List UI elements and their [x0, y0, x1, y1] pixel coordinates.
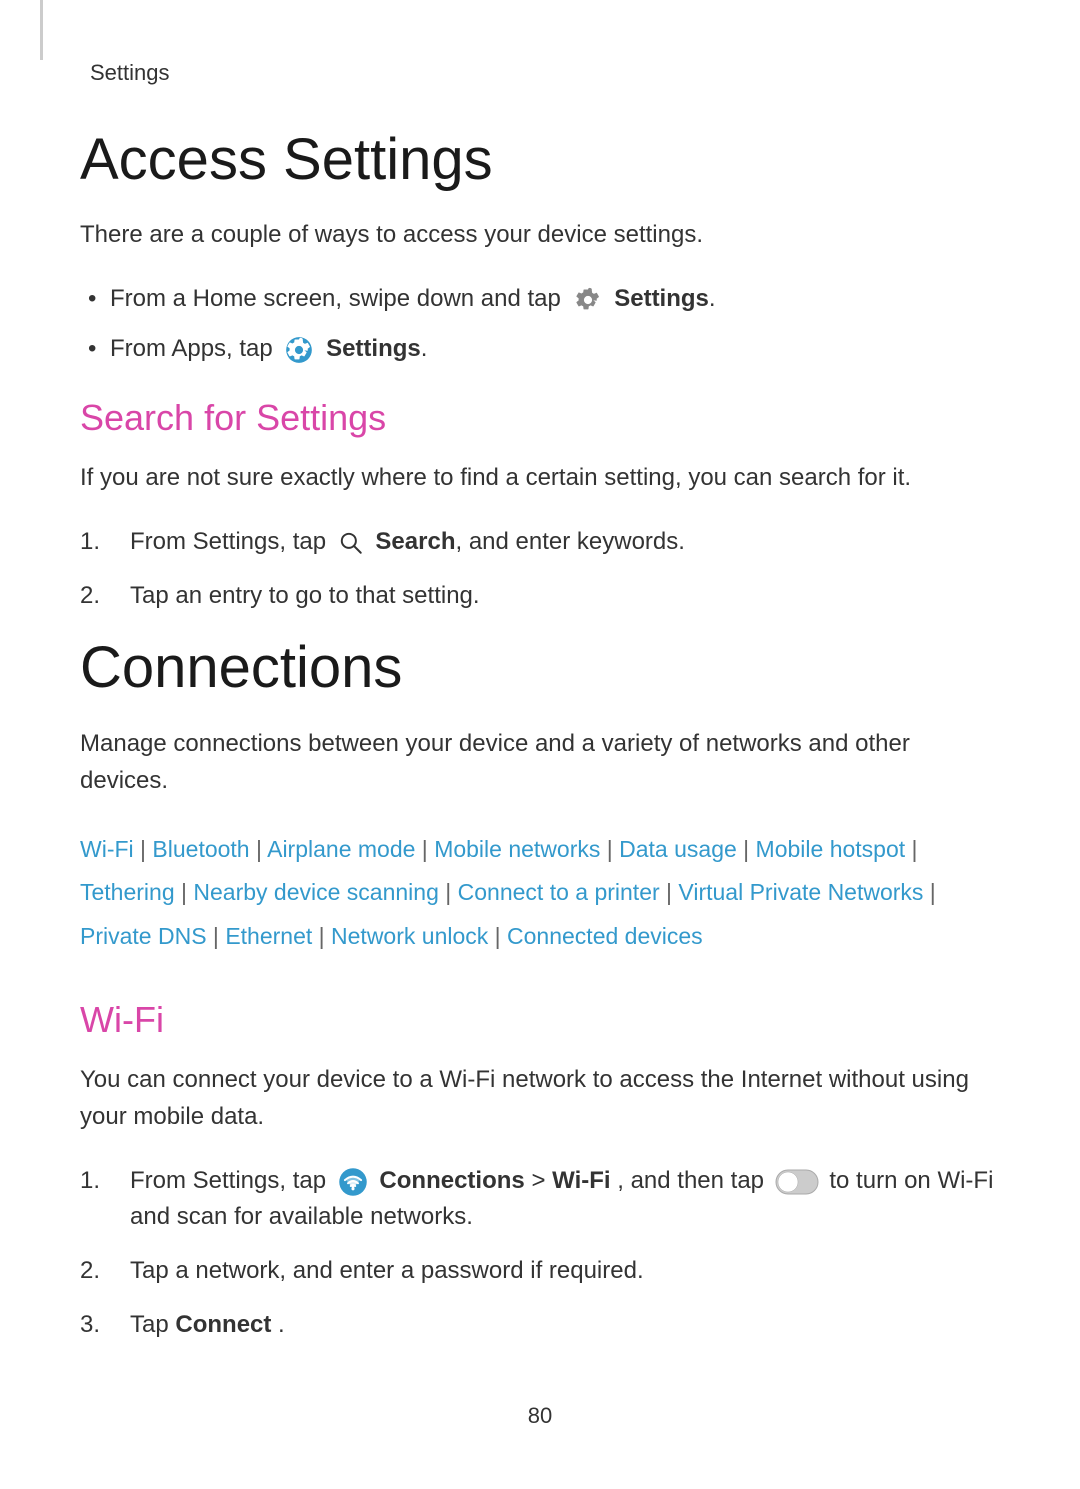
wifi-intro: You can connect your device to a Wi-Fi n… [80, 1061, 1000, 1135]
link-connected-devices[interactable]: Connected devices [507, 923, 703, 949]
page-border [40, 0, 43, 60]
page-number-text: 80 [528, 1403, 552, 1428]
wifi-step-3-period: . [278, 1311, 285, 1338]
link-network-unlock[interactable]: Network unlock [331, 923, 488, 949]
page-number: 80 [80, 1403, 1000, 1429]
step-2-text: Tap an entry to go to that setting. [130, 582, 480, 609]
breadcrumb: Settings [80, 40, 1000, 86]
wifi-step-2-text: Tap a network, and enter a password if r… [130, 1257, 644, 1284]
access-settings-title: Access Settings [80, 126, 1000, 193]
access-settings-intro: There are a couple of ways to access you… [80, 217, 1000, 253]
link-ethernet[interactable]: Ethernet [225, 923, 312, 949]
wifi-steps-list: 1. From Settings, tap Connections > Wi-F… [80, 1163, 1000, 1343]
bullet-2-prefix: From Apps, tap [110, 335, 279, 362]
bullet-item-2: From Apps, tap Settings. [80, 331, 1000, 367]
search-step-2: 2. Tap an entry to go to that setting. [80, 578, 1000, 614]
step-1-bold-label: Search [375, 528, 455, 555]
access-settings-bullets: From a Home screen, swipe down and tap S… [80, 281, 1000, 367]
bullet-1-period: . [709, 285, 716, 312]
link-nearby-device-scanning[interactable]: Nearby device scanning [193, 879, 438, 905]
connections-links: Wi-Fi | Bluetooth | Airplane mode | Mobi… [80, 828, 1000, 959]
bullet-2-period: . [421, 335, 428, 362]
toggle-icon [775, 1169, 819, 1195]
search-steps-list: 1. From Settings, tap Search, and enter … [80, 524, 1000, 614]
search-icon [337, 529, 365, 557]
bullet-2-settings-label: Settings [326, 335, 421, 362]
link-bluetooth[interactable]: Bluetooth [152, 836, 249, 862]
step-num-1: 1. [80, 524, 100, 560]
step-num-2: 2. [80, 578, 100, 614]
step-1-text-after: , and enter keywords. [455, 528, 684, 555]
wifi-step-1-connections-label: Connections [379, 1167, 524, 1194]
link-mobile-networks[interactable]: Mobile networks [434, 836, 600, 862]
wifi-step-1-prefix: From Settings, tap [130, 1167, 333, 1194]
link-data-usage[interactable]: Data usage [619, 836, 737, 862]
search-settings-heading: Search for Settings [80, 397, 1000, 439]
link-tethering[interactable]: Tethering [80, 879, 175, 905]
breadcrumb-label: Settings [90, 60, 170, 85]
link-wifi[interactable]: Wi-Fi [80, 836, 134, 862]
wifi-step-2: 2. Tap a network, and enter a password i… [80, 1253, 1000, 1289]
connections-intro: Manage connections between your device a… [80, 725, 1000, 799]
search-step-1: 1. From Settings, tap Search, and enter … [80, 524, 1000, 560]
wifi-step-3-bold: Connect [175, 1311, 271, 1338]
bullet-1-settings-label: Settings [614, 285, 709, 312]
wifi-step-1-arrow: > [531, 1167, 552, 1194]
link-vpn[interactable]: Virtual Private Networks [678, 879, 923, 905]
wifi-step-3-prefix: Tap [130, 1311, 175, 1338]
gear-gray-icon [572, 284, 604, 316]
link-private-dns[interactable]: Private DNS [80, 923, 207, 949]
link-airplane-mode[interactable]: Airplane mode [267, 836, 415, 862]
wifi-step-num-3: 3. [80, 1307, 100, 1343]
wifi-step-1: 1. From Settings, tap Connections > Wi-F… [80, 1163, 1000, 1235]
wifi-heading: Wi-Fi [80, 999, 1000, 1041]
gear-blue-icon [283, 334, 315, 366]
wifi-step-num-1: 1. [80, 1163, 100, 1199]
search-settings-intro: If you are not sure exactly where to fin… [80, 459, 1000, 496]
wifi-step-1-middle: , and then tap [617, 1167, 770, 1194]
wifi-step-3: 3. Tap Connect . [80, 1307, 1000, 1343]
link-connect-to-printer[interactable]: Connect to a printer [458, 879, 660, 905]
bullet-item-1: From a Home screen, swipe down and tap S… [80, 281, 1000, 317]
bullet-1-prefix: From a Home screen, swipe down and tap [110, 285, 568, 312]
step-1-text-before: From Settings, tap [130, 528, 326, 555]
connections-wifi-icon [337, 1166, 369, 1198]
connections-title: Connections [80, 634, 1000, 701]
link-mobile-hotspot[interactable]: Mobile hotspot [756, 836, 906, 862]
wifi-step-1-wifi-label: Wi-Fi [552, 1167, 610, 1194]
wifi-step-num-2: 2. [80, 1253, 100, 1289]
